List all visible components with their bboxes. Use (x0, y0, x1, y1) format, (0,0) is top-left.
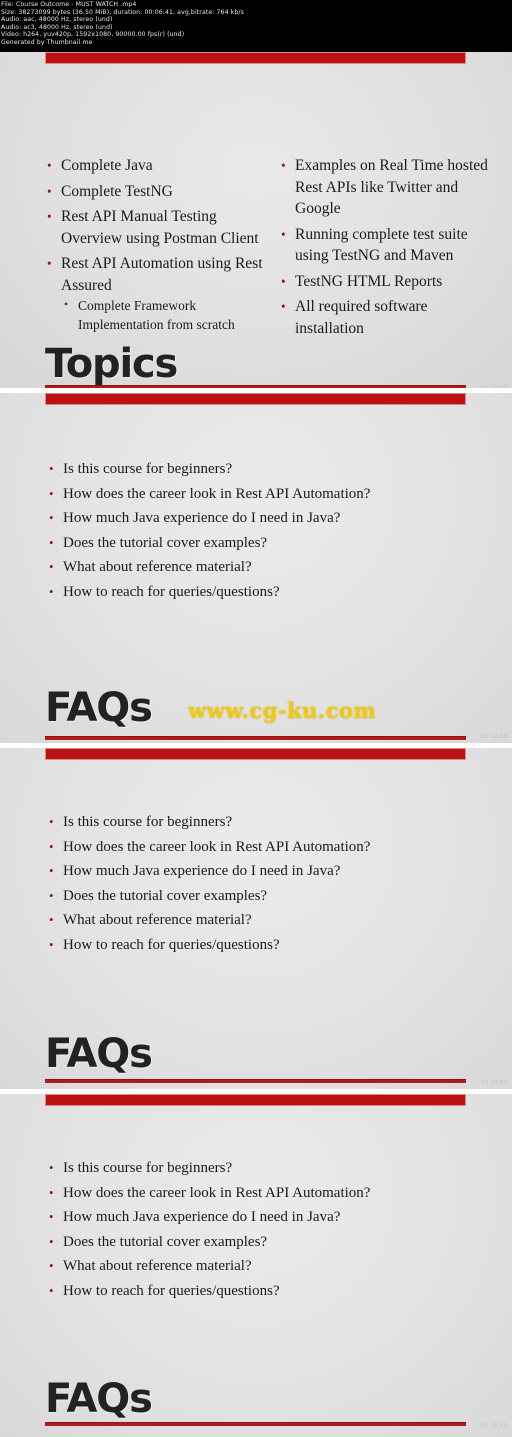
faq-question-list: Is this course for beginners? How does t… (46, 457, 476, 604)
list-item: How much Java experience do I need in Ja… (46, 1205, 476, 1230)
list-item: Is this course for beginners? (46, 457, 476, 482)
list-item: Is this course for beginners? (46, 1156, 476, 1181)
slide-topics: Complete Java Complete TestNG Rest API M… (0, 52, 512, 388)
slide-faqs-3: Is this course for beginners? How does t… (0, 1094, 512, 1437)
bullet-text: All required software installation (295, 298, 428, 337)
faq-question: Is this course for beginners? (63, 814, 233, 830)
media-info-header: File: Course Outcome - MUST WATCH .mp4 S… (0, 0, 512, 52)
list-item: Does the tutorial cover examples? (46, 531, 476, 556)
topics-sub-list: Complete Framework Implementation from s… (61, 296, 266, 334)
faq-question: How to reach for queries/questions? (63, 1282, 280, 1299)
faq-question: How much Java experience do I need in Ja… (63, 1209, 341, 1225)
page-title: FAQs (45, 685, 153, 731)
slide-timestamp: 00:04:00 (481, 1080, 508, 1086)
list-item: What about reference material? (46, 555, 476, 580)
site-watermark: www.cg-ku.com (188, 698, 377, 723)
slide-timestamp: 00:02:00 (481, 734, 508, 740)
list-item: Running complete test suite using TestNG… (278, 224, 488, 267)
slide-top-red-bar (45, 52, 466, 64)
faq-question-list: Is this course for beginners? How does t… (46, 1156, 476, 1303)
page-title: Topics (45, 341, 178, 387)
faq-question: Is this course for beginners? (63, 1160, 233, 1176)
faq-question-list: Is this course for beginners? How does t… (46, 810, 476, 957)
title-underline (45, 736, 466, 740)
page-title: FAQs (45, 1376, 153, 1422)
faq-question: How to reach for queries/questions? (63, 936, 280, 953)
faq-question: What about reference material? (63, 912, 252, 928)
list-item: Complete Framework Implementation from s… (61, 296, 266, 334)
media-info-size: Size: 38273099 bytes (36.50 MiB), durati… (1, 8, 244, 16)
faq-question: What about reference material? (63, 1258, 252, 1274)
list-item: How to reach for queries/questions? (46, 933, 476, 958)
media-info-audio-1: Audio: aac, 48000 Hz, stereo (und) (1, 16, 113, 24)
slide-timestamp: 00:05:20 (481, 1423, 508, 1429)
bullet-text: Rest API Manual Testing Overview using P… (61, 208, 259, 247)
faq-question: How does the career look in Rest API Aut… (63, 1184, 371, 1201)
faq-question: Does the tutorial cover examples? (63, 887, 268, 904)
list-item: Complete TestNG (44, 181, 266, 203)
media-info-file: File: Course Outcome - MUST WATCH .mp4 (1, 1, 137, 8)
list-item: How much Java experience do I need in Ja… (46, 859, 476, 884)
list-item: What about reference material? (46, 1254, 476, 1279)
list-item: How much Java experience do I need in Ja… (46, 506, 476, 531)
faq-question: What about reference material? (63, 559, 252, 575)
title-underline (45, 1079, 466, 1083)
list-item: Does the tutorial cover examples? (46, 1230, 476, 1255)
title-underline (45, 1422, 466, 1426)
list-item: How does the career look in Rest API Aut… (46, 835, 476, 860)
list-item: Is this course for beginners? (46, 810, 476, 835)
faq-question: How much Java experience do I need in Ja… (63, 510, 341, 526)
faq-question: How does the career look in Rest API Aut… (63, 485, 371, 502)
list-item: TestNG HTML Reports (278, 271, 488, 293)
list-item: What about reference material? (46, 908, 476, 933)
bullet-text: Running complete test suite using TestNG… (295, 225, 468, 265)
list-item: Examples on Real Time hosted Rest APIs l… (278, 155, 488, 220)
list-item: All required software installation (278, 296, 488, 339)
topics-left-column: Complete Java Complete TestNG Rest API M… (44, 155, 266, 338)
list-item: How does the career look in Rest API Aut… (46, 482, 476, 507)
bullet-text: Examples on Real Time hosted Rest APIs l… (295, 157, 488, 217)
list-item: Complete Java (44, 155, 266, 177)
topics-right-column: Examples on Real Time hosted Rest APIs l… (278, 155, 488, 343)
bullet-text: Complete Framework Implementation from s… (78, 298, 235, 332)
list-item: How does the career look in Rest API Aut… (46, 1181, 476, 1206)
slide-faqs-2: Is this course for beginners? How does t… (0, 748, 512, 1089)
page-title: FAQs (45, 1031, 153, 1077)
list-item: Does the tutorial cover examples? (46, 884, 476, 909)
bullet-text: TestNG HTML Reports (295, 272, 443, 290)
media-info-audio-2: Audio: ac3, 48000 Hz, stereo (und) (1, 23, 113, 31)
faq-question: Does the tutorial cover examples? (63, 534, 268, 551)
media-info-generator: Generated by Thumbnail me (1, 38, 93, 46)
list-item: How to reach for queries/questions? (46, 580, 476, 605)
slide-top-red-bar (45, 748, 466, 760)
list-item: Rest API Manual Testing Overview using P… (44, 206, 266, 249)
bullet-text: Complete TestNG (61, 182, 173, 200)
slide-top-red-bar (45, 393, 466, 405)
faq-question: Does the tutorial cover examples? (63, 1233, 268, 1250)
media-info-video: Video: h264, yuv420p, 1592x1080, 90000.0… (1, 31, 185, 39)
faq-question: Is this course for beginners? (63, 461, 233, 477)
bullet-text: Rest API Automation using Rest Assured (61, 255, 263, 294)
slide-top-red-bar (45, 1094, 466, 1106)
faq-question: How does the career look in Rest API Aut… (63, 838, 371, 855)
list-item: How to reach for queries/questions? (46, 1279, 476, 1304)
faq-question: How to reach for queries/questions? (63, 583, 280, 600)
bullet-text: Complete Java (61, 157, 153, 174)
list-item: Rest API Automation using Rest Assured C… (44, 253, 266, 334)
faq-question: How much Java experience do I need in Ja… (63, 863, 341, 879)
slide-faqs-1: Is this course for beginners? How does t… (0, 393, 512, 743)
